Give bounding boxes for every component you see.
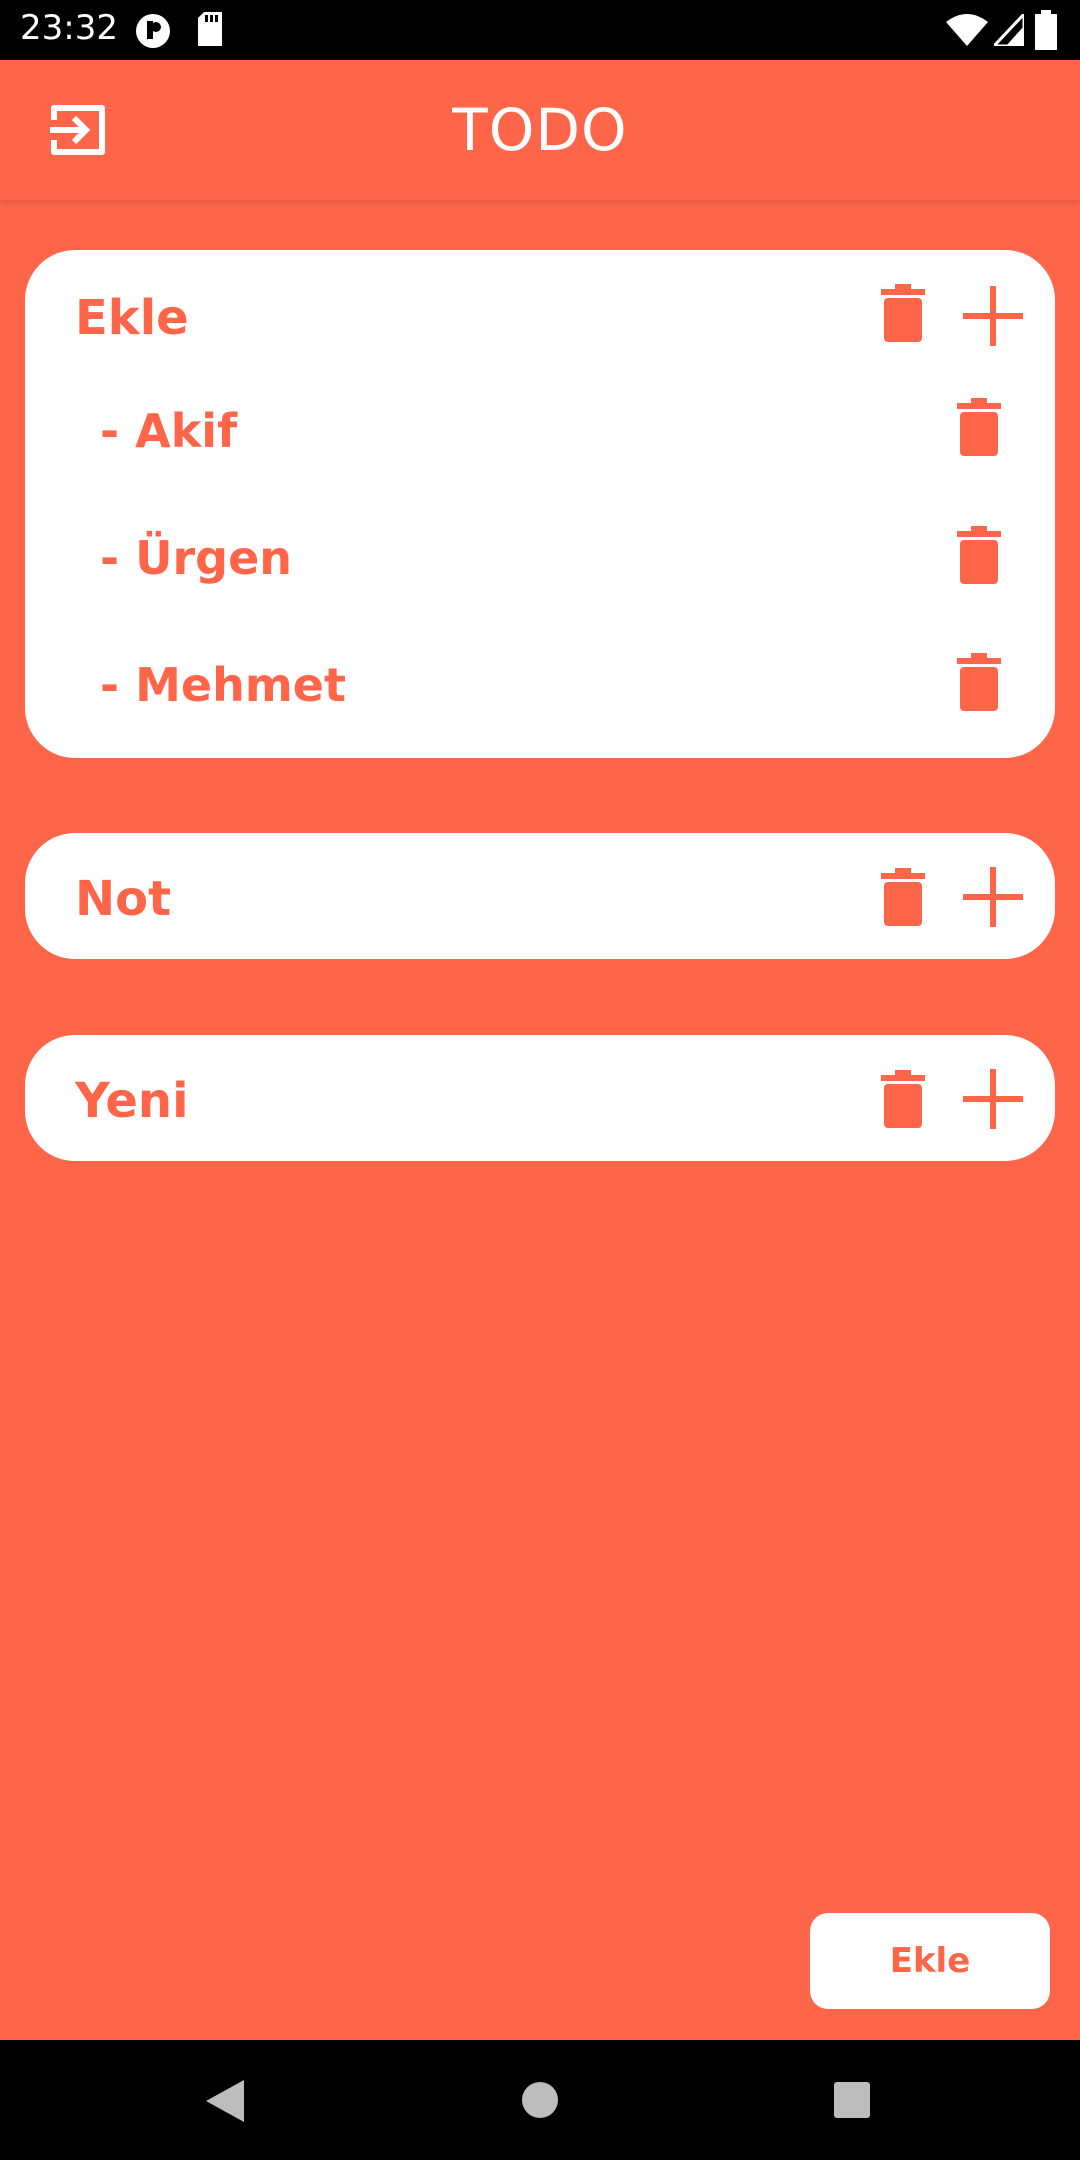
status-time: 23:32 (20, 8, 118, 48)
recents-icon[interactable] (834, 2082, 870, 2118)
todo-list-card: Not (25, 833, 1055, 959)
navigation-bar (0, 2040, 1080, 2160)
sd-card-icon (198, 12, 222, 46)
list-item-label: - Akif (100, 404, 238, 458)
list-title: Ekle (75, 290, 189, 346)
todo-list-card: Yeni (25, 1035, 1055, 1161)
delete-list-icon[interactable] (881, 868, 925, 926)
list-item-label: - Ürgen (100, 531, 293, 585)
status-bar: 23:32 (0, 0, 1080, 60)
delete-item-icon[interactable] (957, 526, 1001, 584)
delete-list-icon[interactable] (881, 1070, 925, 1128)
battery-icon (1035, 10, 1057, 50)
delete-item-icon[interactable] (957, 653, 1001, 711)
signal-icon (994, 14, 1024, 46)
list-item-label: - Mehmet (100, 658, 346, 712)
todo-list-card: Ekle - Akif - Ürgen - Mehmet (25, 250, 1055, 758)
back-icon[interactable] (206, 2080, 244, 2122)
data-saver-icon (136, 14, 170, 48)
list-title: Not (75, 871, 172, 927)
wifi-icon (946, 14, 988, 46)
add-item-icon[interactable] (963, 286, 1023, 346)
app-bar: TODO (0, 60, 1080, 200)
delete-item-icon[interactable] (957, 398, 1001, 456)
add-list-button[interactable]: Ekle (810, 1913, 1050, 2009)
page-title: TODO (452, 96, 628, 164)
add-item-icon[interactable] (963, 1069, 1023, 1129)
add-item-icon[interactable] (963, 867, 1023, 927)
home-icon[interactable] (522, 2082, 558, 2118)
delete-list-icon[interactable] (881, 284, 925, 342)
list-title: Yeni (75, 1073, 189, 1129)
